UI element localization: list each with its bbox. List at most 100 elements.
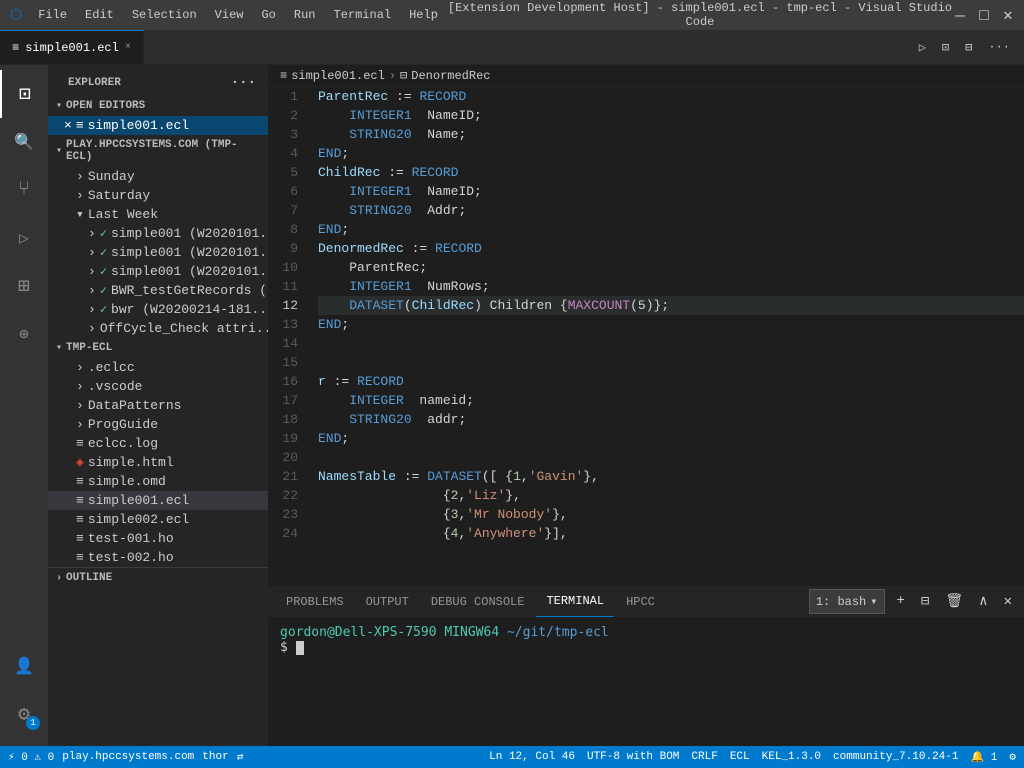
terminal-content[interactable]: gordon@Dell-XPS-7590 MINGW64 ~/git/tmp-e…: [268, 617, 1024, 746]
minimize-button[interactable]: —: [954, 9, 966, 21]
more-actions-button[interactable]: ···: [984, 36, 1014, 58]
new-terminal-button[interactable]: +: [893, 589, 909, 614]
status-version[interactable]: KEL_1.3.0: [762, 751, 821, 763]
breadcrumb-part-1[interactable]: simple001.ecl: [291, 69, 385, 83]
status-encoding[interactable]: UTF-8 with BOM: [587, 751, 679, 763]
tree-offcycle[interactable]: › OffCycle_Check attri...: [48, 319, 268, 338]
status-line-ending[interactable]: CRLF: [691, 751, 717, 763]
menu-help[interactable]: Help: [401, 6, 446, 24]
app-icon: ⬡: [10, 7, 22, 24]
status-errors[interactable]: ⚡ 0 ⚠ 0: [8, 750, 54, 764]
tree-simple001-1[interactable]: › ✓ simple001 (W2020101...: [48, 224, 268, 243]
status-sync-icon[interactable]: ⇄: [237, 750, 244, 764]
panel-tab-output[interactable]: OUTPUT: [356, 587, 419, 617]
close-button[interactable]: ✕: [1002, 9, 1014, 21]
settings-gear-icon[interactable]: ⚙: [1009, 750, 1016, 764]
menu-terminal[interactable]: Terminal: [326, 6, 400, 24]
panel-tab-problems[interactable]: PROBLEMS: [276, 587, 354, 617]
tree-eclcc-log[interactable]: ≡ eclcc.log: [48, 434, 268, 453]
code-line-11: INTEGER1 NumRows;: [318, 277, 1024, 296]
tree-eclcc[interactable]: › .eclcc: [48, 358, 268, 377]
tree-simple002-ecl[interactable]: ≡ simple002.ecl: [48, 510, 268, 529]
close-icon[interactable]: ×: [64, 118, 72, 133]
outline-label: Outline: [66, 572, 112, 584]
activity-run[interactable]: ▷: [0, 214, 48, 262]
breadcrumb-part-2[interactable]: DenormedRec: [411, 69, 490, 83]
sidebar-action-btn[interactable]: ···: [231, 75, 256, 91]
menu-edit[interactable]: Edit: [77, 6, 122, 24]
status-user[interactable]: thor: [202, 751, 228, 763]
item-label: test-001.ho: [88, 531, 174, 546]
code-line-13: END;: [318, 315, 1024, 334]
menu-go[interactable]: Go: [253, 6, 283, 24]
activity-extensions[interactable]: ⊞: [0, 262, 48, 310]
status-position[interactable]: Ln 12, Col 46: [489, 751, 575, 763]
status-language[interactable]: ECL: [730, 751, 750, 763]
status-server[interactable]: play.hpccsystems.com: [62, 751, 194, 763]
code-line-21: NamesTable := DATASET([ {1,'Gavin'},: [318, 467, 1024, 486]
line-num-17: 17: [268, 391, 298, 410]
status-community[interactable]: community_7.10.24-1: [833, 751, 958, 763]
tree-simple001-3[interactable]: › ✓ simple001 (W2020101...: [48, 262, 268, 281]
kill-terminal-button[interactable]: 🗑: [941, 589, 967, 614]
terminal-shell-selector[interactable]: 1: bash ▾: [809, 589, 885, 614]
menu-run[interactable]: Run: [286, 6, 324, 24]
tree-test-001-ho[interactable]: ≡ test-001.ho: [48, 529, 268, 548]
maximize-button[interactable]: □: [978, 9, 990, 21]
file-html-icon: ◈: [76, 455, 84, 470]
tree-saturday[interactable]: › Saturday: [48, 186, 268, 205]
tree-simple-omd[interactable]: ≡ simple.omd: [48, 472, 268, 491]
menu-view[interactable]: View: [207, 6, 252, 24]
panel-tab-terminal[interactable]: TERMINAL: [536, 587, 614, 617]
tree-simple001-ecl[interactable]: ≡ simple001.ecl: [48, 491, 268, 510]
tree-test-002-ho[interactable]: ≡ test-002.ho: [48, 548, 268, 567]
status-check-icon: ✓: [100, 264, 107, 279]
activity-bar-bottom: 👤 ⚙ 1: [0, 642, 48, 746]
tree-simple001-2[interactable]: › ✓ simple001 (W2020101...: [48, 243, 268, 262]
outline-header[interactable]: › Outline: [48, 568, 268, 588]
menu-selection[interactable]: Selection: [124, 6, 205, 24]
code-editor[interactable]: 1 2 3 4 5 6 7 8 9 10 11 12 13 14 15 16 1…: [268, 87, 1024, 586]
code-line-24: {4,'Anywhere'}],: [318, 524, 1024, 543]
activity-explorer[interactable]: ⊡: [0, 70, 48, 118]
file-ecl-icon: ≡: [76, 474, 84, 489]
tree-progguide[interactable]: › ProgGuide: [48, 415, 268, 434]
shell-label: 1: bash: [816, 595, 866, 609]
notification-bell[interactable]: 🔔 1: [970, 750, 997, 764]
activity-accounts[interactable]: 👤: [0, 642, 48, 690]
tree-simple-html[interactable]: ◈ simple.html: [48, 453, 268, 472]
open-editors-header[interactable]: ▾ Open Editors: [48, 96, 268, 116]
activity-source-control[interactable]: ⑂: [0, 166, 48, 214]
split-view-button[interactable]: ⊟: [961, 36, 976, 59]
maximize-panel-button[interactable]: ∧: [975, 589, 991, 614]
line-num-13: 13: [268, 315, 298, 334]
code-content[interactable]: ParentRec := RECORD INTEGER1 NameID; STR…: [308, 87, 1024, 586]
panel-actions: 1: bash ▾ + ⊟ 🗑 ∧ ✕: [809, 589, 1016, 614]
close-panel-button[interactable]: ✕: [1000, 589, 1016, 614]
remote-section-header[interactable]: ▾ PLAY.HPCCSYSTEMS.COM (TMP-ECL): [48, 135, 268, 167]
activity-bar: ⊡ 🔍 ⑂ ▷ ⊞ ⊕ 👤 ⚙ 1: [0, 65, 48, 746]
tree-bwr[interactable]: › ✓ bwr (W20200214-181...: [48, 300, 268, 319]
line-num-6: 6: [268, 182, 298, 201]
activity-search[interactable]: 🔍: [0, 118, 48, 166]
tab-simple001-ecl[interactable]: ≡ simple001.ecl ×: [0, 30, 144, 64]
local-section-header[interactable]: ▾ TMP-ECL: [48, 338, 268, 358]
activity-hpcc[interactable]: ⊕: [0, 310, 48, 358]
tab-close-icon[interactable]: ×: [125, 42, 131, 53]
panel-tab-debug-console[interactable]: DEBUG CONSOLE: [421, 587, 535, 617]
activity-settings[interactable]: ⚙ 1: [0, 690, 48, 738]
sidebar-tree: ▾ Open Editors × ≡ simple001.ecl ▾ PLAY.…: [48, 96, 268, 746]
split-editor-button[interactable]: ⊡: [938, 36, 953, 59]
tree-bwr-test[interactable]: › ✓ BWR_testGetRecords (...: [48, 281, 268, 300]
tree-datapatterns[interactable]: › DataPatterns: [48, 396, 268, 415]
menu-file[interactable]: File: [30, 6, 75, 24]
open-editor-simple001[interactable]: × ≡ simple001.ecl: [48, 116, 268, 135]
panel-tab-hpcc[interactable]: HPCC: [616, 587, 665, 617]
split-terminal-button[interactable]: ⊟: [917, 589, 933, 614]
tree-sunday[interactable]: › Sunday: [48, 167, 268, 186]
item-label: bwr (W20200214-181...: [111, 302, 268, 317]
tree-last-week[interactable]: ▾ Last Week: [48, 205, 268, 224]
local-section: ▾ TMP-ECL › .eclcc › .vscode › DataPatte…: [48, 338, 268, 567]
tree-vscode[interactable]: › .vscode: [48, 377, 268, 396]
run-action-button[interactable]: ▷: [915, 36, 930, 59]
